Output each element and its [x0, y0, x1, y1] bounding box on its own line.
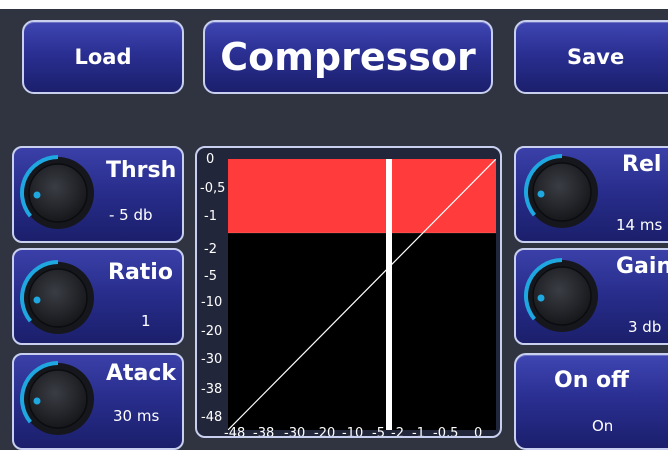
threshold-zone [228, 159, 496, 233]
attack-knob-indicator [33, 397, 41, 405]
x-tick: -1 [412, 426, 425, 438]
on-off-value: On [592, 417, 614, 435]
attack-label: Atack [106, 361, 177, 386]
x-tick: -38 [253, 426, 275, 438]
transfer-plot [228, 159, 496, 430]
y-tick: 0 [206, 152, 215, 167]
y-tick: -38 [201, 382, 223, 397]
page-title: Compressor [220, 35, 476, 79]
y-tick: -2 [204, 242, 217, 257]
release-panel[interactable]: Rel 14 ms [514, 146, 668, 243]
release-knob[interactable] [524, 154, 600, 230]
threshold-knob-indicator [33, 191, 41, 199]
threshold-panel[interactable]: Thrsh - 5 db [12, 146, 184, 243]
on-off-label: On off [554, 368, 629, 393]
top-border [0, 0, 668, 9]
y-tick: -20 [201, 324, 223, 339]
attack-knob[interactable] [20, 361, 96, 437]
release-label: Rel [622, 152, 662, 177]
y-tick: -30 [201, 352, 223, 367]
y-tick: -0,5 [200, 181, 226, 196]
gain-value: 3 db [628, 318, 662, 336]
on-off-button[interactable]: On off On [514, 353, 668, 450]
x-tick: -48 [224, 426, 246, 438]
x-tick: -20 [314, 426, 336, 438]
load-button-label: Load [74, 45, 132, 69]
title-banner: Compressor [203, 20, 493, 94]
attack-value: 30 ms [113, 407, 160, 425]
save-button[interactable]: Save [514, 20, 668, 94]
transfer-graph: 0 -0,5 -1 -2 -5 -10 -20 -30 -38 -48 -48 … [195, 146, 502, 438]
gain-knob[interactable] [524, 258, 600, 334]
gain-label: Gain [616, 254, 668, 279]
y-tick: -10 [201, 295, 223, 310]
x-tick: -30 [284, 426, 306, 438]
y-tick: -1 [204, 209, 217, 224]
y-tick: -48 [201, 410, 223, 425]
threshold-knob[interactable] [20, 155, 96, 231]
save-button-label: Save [567, 45, 625, 69]
ratio-knob[interactable] [20, 260, 96, 336]
y-tick: -5 [204, 269, 217, 284]
x-tick: 0 [474, 426, 483, 438]
ratio-panel[interactable]: Ratio 1 [12, 248, 184, 345]
x-tick: -0,5 [433, 426, 459, 438]
x-tick: -10 [342, 426, 364, 438]
release-value: 14 ms [616, 216, 663, 234]
threshold-marker [386, 159, 392, 430]
x-tick: -2 [391, 426, 404, 438]
x-tick: -5 [372, 426, 385, 438]
threshold-label: Thrsh [106, 158, 177, 183]
gain-knob-indicator [537, 294, 545, 302]
load-button[interactable]: Load [22, 20, 184, 94]
ratio-value: 1 [141, 312, 151, 330]
ratio-label: Ratio [108, 260, 173, 285]
attack-panel[interactable]: Atack 30 ms [12, 353, 184, 450]
ratio-knob-indicator [33, 296, 41, 304]
threshold-value: - 5 db [109, 206, 153, 224]
release-knob-indicator [537, 190, 545, 198]
gain-panel[interactable]: Gain 3 db [514, 248, 668, 345]
